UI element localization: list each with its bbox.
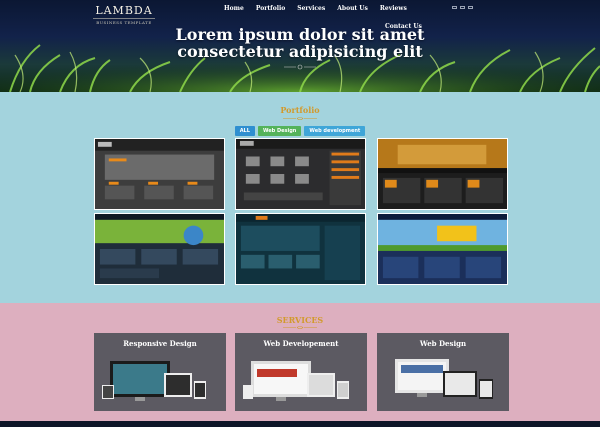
brand-tagline: BUSINESS TEMPLATE: [96, 20, 152, 25]
main-navigation: Home Portfolio Services About Us Reviews: [224, 5, 413, 12]
service-card-responsive-design[interactable]: Responsive Design: [94, 333, 226, 411]
nav-about-us[interactable]: About Us: [331, 5, 374, 12]
portfolio-filter-bar: ALL Web Design Web development: [0, 126, 600, 136]
portfolio-thumbnail-image: [236, 214, 365, 284]
logo-divider: [93, 18, 155, 19]
hero-headline: Lorem ipsum dolor sit amet consectetur a…: [0, 26, 600, 60]
services-title: SERVICES: [276, 315, 324, 325]
portfolio-grid: [94, 138, 508, 285]
filter-web-development-button[interactable]: Web development: [304, 126, 366, 136]
portfolio-item[interactable]: [377, 138, 508, 210]
hero-headline-line-2: consectetur adipisicing elit: [177, 42, 423, 61]
service-title: Web Developement: [263, 339, 339, 348]
portfolio-thumbnail-image: [378, 214, 507, 284]
hero-banner: LAMBDA BUSINESS TEMPLATE Home Portfolio …: [0, 0, 600, 92]
nav-home[interactable]: Home: [224, 5, 250, 12]
devices-mockup-image: [395, 359, 493, 399]
portfolio-item[interactable]: [377, 213, 508, 285]
social-icons: [452, 6, 473, 9]
service-card-web-design[interactable]: Web Design: [377, 333, 509, 411]
portfolio-item[interactable]: [94, 138, 225, 210]
devices-mockup-image: [102, 361, 206, 401]
service-title: Responsive Design: [123, 339, 197, 348]
devices-mockup-image: [243, 361, 349, 401]
portfolio-item[interactable]: [235, 138, 366, 210]
ornament-divider-icon: [283, 116, 317, 121]
filter-web-design-button[interactable]: Web Design: [257, 126, 302, 136]
brand-name: LAMBDA: [95, 4, 153, 17]
service-card-web-development[interactable]: Web Developement: [235, 333, 367, 411]
portfolio-thumbnail-image: [236, 139, 365, 209]
social-icon[interactable]: [468, 6, 473, 9]
portfolio-title: Portfolio: [280, 105, 320, 115]
filter-all-button[interactable]: ALL: [234, 126, 255, 136]
ornament-divider-icon: [284, 64, 316, 70]
portfolio-thumbnail-image: [95, 214, 224, 284]
logo[interactable]: LAMBDA BUSINESS TEMPLATE: [93, 4, 155, 25]
ornament-divider-icon: [283, 325, 317, 330]
service-title: Web Design: [419, 339, 467, 348]
portfolio-section: Portfolio ALL Web Design Web development: [0, 92, 600, 303]
portfolio-item[interactable]: [235, 213, 366, 285]
portfolio-thumbnail-image: [95, 139, 224, 209]
nav-reviews[interactable]: Reviews: [374, 5, 413, 12]
portfolio-item[interactable]: [94, 213, 225, 285]
nav-services[interactable]: Services: [291, 5, 331, 12]
portfolio-thumbnail-image: [378, 139, 507, 209]
footer-strip: [0, 421, 600, 427]
social-icon[interactable]: [460, 6, 465, 9]
services-section: SERVICES Responsive Design Web Developem…: [0, 303, 600, 421]
nav-portfolio[interactable]: Portfolio: [250, 5, 291, 12]
social-icon[interactable]: [452, 6, 457, 9]
